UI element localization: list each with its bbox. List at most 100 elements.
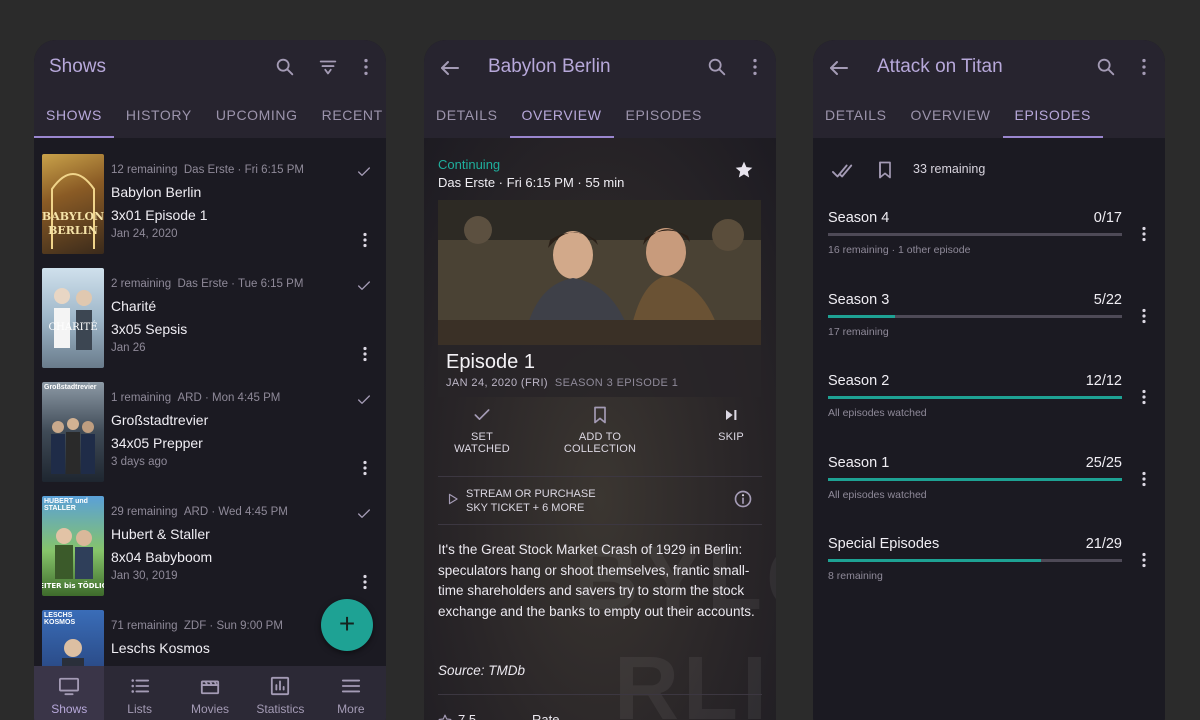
double-check-icon[interactable]	[831, 160, 855, 182]
stream-or-purchase-button[interactable]: STREAM OR PURCHASE SKY TICKET + 6 MORE	[438, 484, 761, 524]
search-icon[interactable]	[1095, 56, 1117, 78]
filter-icon[interactable]	[317, 56, 339, 78]
stream-label: STREAM OR PURCHASE SKY TICKET + 6 MORE	[466, 488, 596, 514]
overflow-menu-icon[interactable]	[744, 56, 766, 78]
season-status: 8 remaining	[828, 570, 883, 582]
overflow-menu-icon[interactable]	[362, 346, 368, 362]
checkmark-icon[interactable]	[356, 392, 372, 408]
divider	[438, 694, 762, 695]
nav-lists[interactable]: Lists	[104, 666, 174, 720]
star-icon[interactable]	[734, 160, 754, 180]
season-progress-bar	[828, 477, 1122, 481]
nav-label: Movies	[191, 702, 230, 716]
checkmark-icon[interactable]	[356, 278, 372, 294]
set-watched-button[interactable]: SET WATCHED	[442, 405, 522, 455]
season-status: All episodes watched	[828, 407, 927, 419]
season-watched-count: 0/17	[1093, 210, 1122, 226]
search-icon[interactable]	[706, 56, 728, 78]
bar-chart-icon	[271, 676, 290, 696]
overflow-menu-icon[interactable]	[355, 56, 377, 78]
tab-details[interactable]: DETAILS	[424, 98, 510, 138]
svg-text:CHARITÉ: CHARITÉ	[48, 321, 97, 333]
tv-icon	[59, 677, 80, 696]
next-episode: 3x01 Episode 1	[111, 207, 208, 223]
overflow-menu-icon[interactable]	[362, 232, 368, 248]
show-meta: 29 remaining ARD · Wed 4:45 PM	[111, 506, 288, 518]
divider	[438, 524, 762, 525]
nav-shows[interactable]: Shows	[34, 666, 105, 720]
info-icon[interactable]	[733, 489, 753, 509]
app-bar: Attack on Titan DETAILS OVERVIEW EPISODE…	[813, 40, 1165, 138]
overflow-menu-icon[interactable]	[1141, 308, 1147, 324]
overflow-menu-icon[interactable]	[1141, 226, 1147, 242]
season-progress-bar	[828, 314, 1122, 318]
screen-title: Shows	[49, 56, 107, 77]
nav-statistics[interactable]: Statistics	[245, 666, 315, 720]
tab-upcoming[interactable]: UPCOMING	[204, 98, 310, 138]
season-progress-fill	[828, 314, 895, 318]
list-item[interactable]: CHARITÉ 2 remaining Das Erste · Tue 6:15…	[34, 268, 386, 382]
overflow-menu-icon[interactable]	[362, 460, 368, 476]
rate-button[interactable]: Rate	[532, 712, 559, 720]
menu-icon	[341, 679, 360, 693]
episode-actions: SET WATCHED ADD TO COLLECTION SKIP	[438, 405, 761, 475]
nav-label: Lists	[127, 702, 152, 716]
list-item[interactable]: HUBERT und STALLER HEITER bis TÖDLICH 29…	[34, 496, 386, 610]
back-arrow-icon[interactable]	[827, 56, 851, 80]
season-watched-count: 5/22	[1093, 291, 1122, 308]
bookmark-icon[interactable]	[875, 159, 895, 181]
overflow-menu-icon[interactable]	[1133, 56, 1155, 78]
tab-history[interactable]: HISTORY	[114, 98, 204, 138]
nav-label: More	[337, 702, 365, 716]
tab-details[interactable]: DETAILS	[813, 98, 899, 138]
checkmark-icon[interactable]	[356, 506, 372, 522]
back-arrow-icon[interactable]	[438, 56, 462, 80]
season-name: Season 2	[828, 373, 890, 389]
show-meta: 1 remaining ARD · Mon 4:45 PM	[111, 392, 281, 404]
episode-header[interactable]: Episode 1 JAN 24, 2020 (FRI) SEASON 3 EP…	[438, 345, 761, 397]
season-row[interactable]: Season 2 12/12 All episodes watched	[813, 373, 1165, 453]
tab-shows[interactable]: SHOWS	[34, 98, 114, 138]
skip-next-icon	[726, 410, 737, 420]
nav-movies[interactable]: Movies	[175, 666, 245, 720]
overflow-menu-icon[interactable]	[1141, 552, 1147, 568]
season-name: Season 1	[828, 454, 890, 471]
season-row[interactable]: Season 3 5/22 17 remaining	[813, 292, 1165, 372]
checkmark-icon	[474, 409, 490, 420]
list-item[interactable]: Großstadtrevier 1 remaining ARD · Mon 4:…	[34, 382, 386, 496]
season-row[interactable]: Season 4 0/17 16 remaining · 1 other episo…	[813, 210, 1165, 290]
add-show-button[interactable]: +	[321, 599, 373, 651]
play-icon	[446, 492, 460, 506]
episodes-screen: Attack on Titan DETAILS OVERVIEW EPISODE…	[813, 40, 1165, 720]
tab-overview[interactable]: OVERVIEW	[899, 98, 1003, 138]
season-row[interactable]: Season 1 25/25 All episodes watched	[813, 455, 1165, 535]
tab-episodes[interactable]: EPISODES	[614, 98, 714, 138]
season-status: All episodes watched	[828, 488, 927, 501]
tab-recent[interactable]: RECENT	[310, 98, 386, 138]
list-item[interactable]: BABYLON BERLIN 12 remaining Das Erste · F…	[34, 154, 386, 268]
svg-text:HEITER bis TÖDLICH: HEITER bis TÖDLICH	[42, 581, 104, 590]
overflow-menu-icon[interactable]	[362, 574, 368, 590]
tab-bar: DETAILS OVERVIEW EPISODES	[424, 98, 776, 138]
svg-text:BERLIN: BERLIN	[48, 224, 98, 237]
divider	[438, 476, 762, 477]
nav-more[interactable]: More	[316, 666, 386, 720]
bottom-navigation: Shows Lists Movies Statistics More	[34, 666, 386, 720]
checkmark-icon[interactable]	[356, 164, 372, 180]
season-status: 17 remaining	[828, 325, 889, 338]
season-row[interactable]: Special Episodes 21/29 8 remaining	[813, 536, 1165, 616]
bookmark-icon	[594, 406, 606, 424]
episode-still-image	[438, 200, 761, 345]
add-to-collection-button[interactable]: ADD TO COLLECTION	[558, 405, 642, 455]
screen-title: Attack on Titan	[877, 56, 1003, 77]
poster-title: Großstadtrevier	[44, 384, 97, 391]
tab-overview[interactable]: OVERVIEW	[509, 98, 614, 138]
overflow-menu-icon[interactable]	[1141, 471, 1147, 487]
search-icon[interactable]	[274, 56, 296, 78]
skip-button[interactable]: SKIP	[706, 405, 756, 443]
overflow-menu-icon[interactable]	[1141, 389, 1147, 405]
rating-value: 7.5 ...	[438, 712, 491, 720]
poster-title: HUBERT und STALLER	[44, 498, 88, 512]
svg-text:BABYLON: BABYLON	[42, 210, 104, 223]
tab-episodes[interactable]: EPISODES	[1002, 98, 1104, 138]
